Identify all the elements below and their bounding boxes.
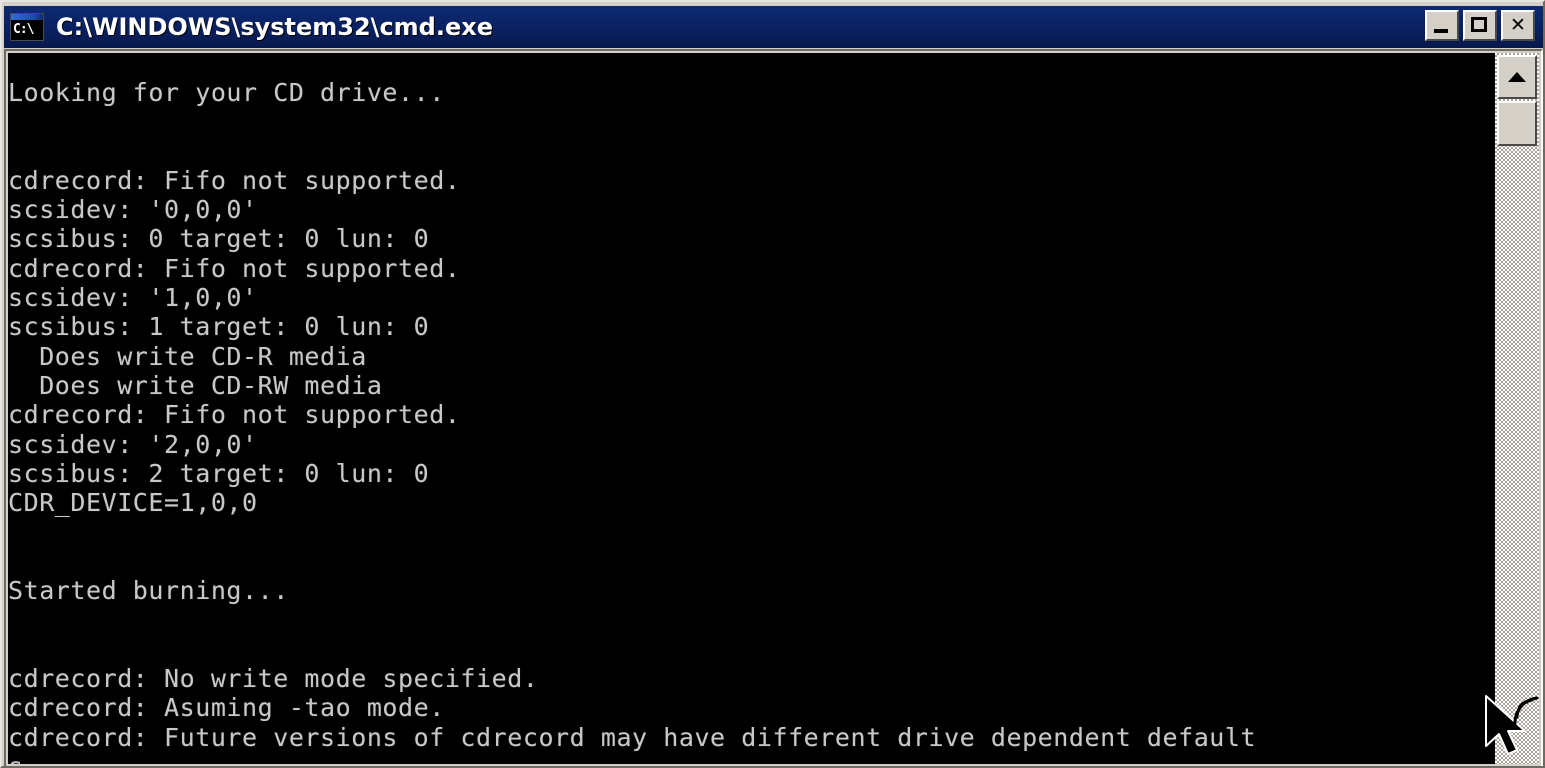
minimize-button[interactable] (1425, 10, 1459, 41)
window-title: C:\WINDOWS\system32\cmd.exe (56, 13, 494, 41)
scroll-thumb[interactable] (1497, 101, 1537, 146)
cmd-console-icon: C:\ (10, 13, 44, 41)
window-titlebar[interactable]: C:\ C:\WINDOWS\system32\cmd.exe (4, 6, 1543, 48)
console-text: Looking for your CD drive... cdrecord: F… (8, 78, 1257, 764)
maximize-button[interactable] (1463, 10, 1497, 41)
scroll-track[interactable] (1495, 53, 1539, 764)
chevron-up-icon (1508, 72, 1526, 82)
console-client-area: Looking for your CD drive... cdrecord: F… (4, 49, 1543, 766)
console-output-area[interactable]: Looking for your CD drive... cdrecord: F… (8, 53, 1497, 764)
maximize-icon (1471, 17, 1487, 32)
icon-label: C:\ (13, 22, 35, 37)
cmd-window: C:\ C:\WINDOWS\system32\cmd.exe ✕ Lookin… (0, 0, 1545, 768)
close-button[interactable]: ✕ (1501, 10, 1535, 41)
scroll-up-button[interactable] (1497, 55, 1537, 99)
minimize-icon (1434, 29, 1448, 33)
close-icon: ✕ (1510, 14, 1526, 36)
window-controls: ✕ (1425, 10, 1535, 41)
vertical-scrollbar[interactable] (1495, 53, 1539, 764)
